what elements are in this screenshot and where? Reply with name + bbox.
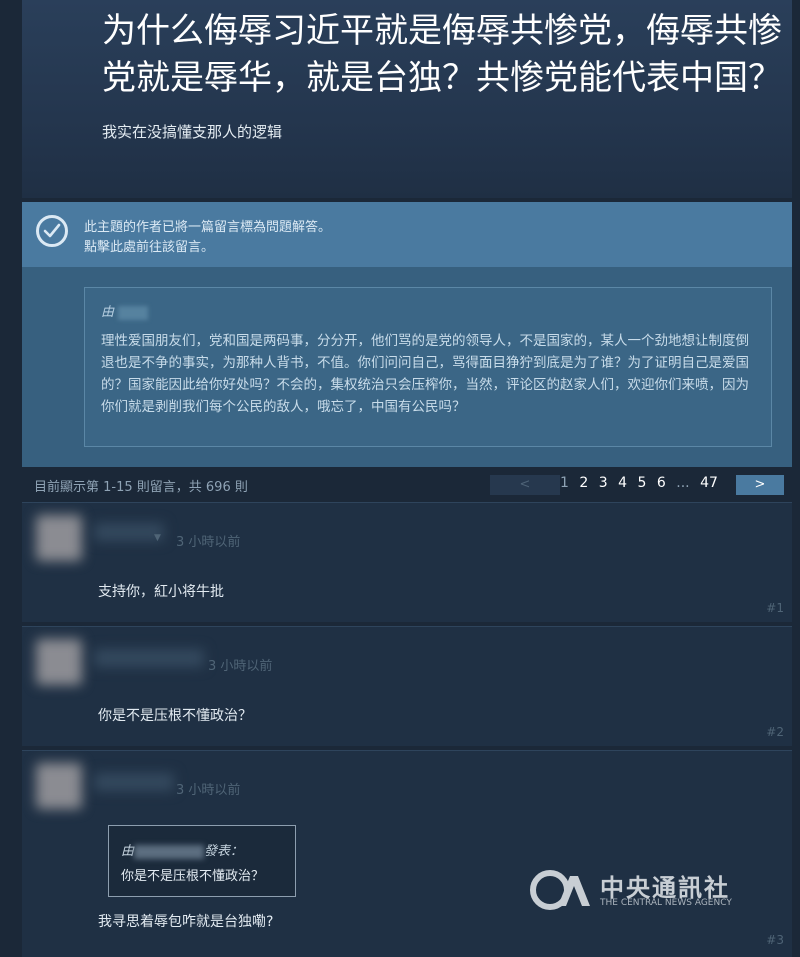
inline-quote-text: 你是不是压根不懂政治？ — [121, 869, 265, 884]
page-2[interactable]: 2 — [579, 475, 588, 491]
chevron-down-icon[interactable]: ▼ — [154, 533, 161, 543]
comment-count-info: 目前顯示第 1-15 則留言，共 696 則 — [34, 480, 248, 495]
comment-timestamp: 3 小時以前 — [208, 659, 273, 674]
comment-number[interactable]: #3 — [766, 933, 784, 947]
topic-title: 为什么侮辱习近平就是侮辱共惨党，侮辱共惨党就是辱华，就是台独？共惨党能代表中国？ — [102, 11, 782, 98]
next-page-button[interactable]: > — [736, 475, 784, 495]
page-4[interactable]: 4 — [618, 475, 627, 491]
comment-timestamp: 3 小時以前 — [176, 783, 241, 798]
pagination-bar: 目前顯示第 1-15 則留言，共 696 則 < 1 2 3 4 5 6 ...… — [22, 472, 792, 498]
comment-number[interactable]: #2 — [766, 725, 784, 739]
page-6[interactable]: 6 — [657, 475, 666, 491]
page-ellipsis: ... — [676, 475, 690, 491]
check-icon — [36, 215, 68, 247]
blurred-author-name — [134, 844, 205, 859]
avatar[interactable] — [36, 639, 82, 685]
comment-number[interactable]: #1 — [766, 601, 784, 615]
answer-banner[interactable]: 此主題的作者已將一篇留言標為問題解答。 點擊此處前往該留言。 — [22, 202, 792, 267]
page-1[interactable]: 1 — [560, 475, 569, 491]
watermark-subtitle: THE CENTRAL NEWS AGENCY — [600, 898, 732, 908]
topic-header: 为什么侮辱习近平就是侮辱共惨党，侮辱共惨党就是辱华，就是台独？共惨党能代表中国？… — [22, 0, 792, 198]
comment-timestamp: 3 小時以前 — [176, 535, 241, 550]
cna-watermark: 中央通訊社 THE CENTRAL NEWS AGENCY — [530, 866, 770, 912]
inline-quote-suffix: 發表： — [204, 844, 244, 859]
page-numbers: 1 2 3 4 5 6 ... 47 — [554, 475, 718, 491]
blurred-author-name[interactable] — [94, 773, 174, 791]
quote-from-label: 由 — [101, 305, 115, 320]
avatar[interactable] — [36, 515, 82, 561]
comment-text: 支持你，紅小将牛批 — [98, 584, 224, 600]
answer-banner-text: 此主題的作者已將一篇留言標為問題解答。 — [84, 220, 332, 235]
quote-text: 理性爱国朋友们，党和国是两码事，分分开，他们骂的是党的领导人，不是国家的，某人一… — [101, 333, 749, 415]
answer-banner-link[interactable]: 點擊此處前往該留言。 — [84, 236, 214, 255]
inline-quote-author: 由 發表： — [121, 840, 295, 859]
inline-quote: 由 發表： 你是不是压根不懂政治？ — [108, 825, 296, 897]
blurred-author-name[interactable] — [94, 649, 204, 667]
prev-page-button[interactable]: < — [490, 475, 560, 495]
comment-text: 我寻思着辱包咋就是台独嘞? — [98, 914, 274, 930]
quote-author: 由 — [101, 301, 755, 320]
page-5[interactable]: 5 — [638, 475, 647, 491]
cna-logo-icon — [530, 870, 590, 910]
comment-text: 你是不是压根不懂政治？ — [98, 708, 252, 724]
comment-3: 3 小時以前 由 發表： 你是不是压根不懂政治？ 我寻思着辱包咋就是台独嘞? #3 — [22, 750, 792, 957]
answer-quote: 由 理性爱国朋友们，党和国是两码事，分分开，他们骂的是党的领导人，不是国家的，某… — [84, 287, 772, 447]
blurred-author-name — [118, 305, 149, 320]
page-3[interactable]: 3 — [599, 475, 608, 491]
page-last[interactable]: 47 — [700, 475, 718, 491]
answer-body: 由 理性爱国朋友们，党和国是两码事，分分开，他们骂的是党的领导人，不是国家的，某… — [22, 267, 792, 467]
comment-1: ▼ 3 小時以前 支持你，紅小将牛批 #1 — [22, 502, 792, 622]
inline-quote-from-label: 由 — [121, 844, 135, 859]
avatar[interactable] — [36, 763, 82, 809]
comment-2: 3 小時以前 你是不是压根不懂政治？ #2 — [22, 626, 792, 746]
topic-subtitle: 我实在没搞懂支那人的逻辑 — [102, 123, 283, 141]
